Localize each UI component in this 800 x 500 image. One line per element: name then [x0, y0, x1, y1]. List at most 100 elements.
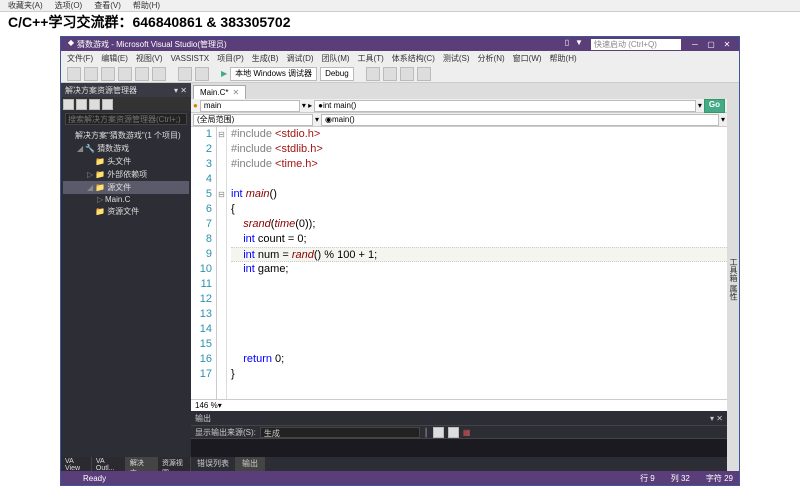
nav-left-dropdown[interactable]: main — [200, 100, 300, 112]
line-numbers: 1234567891011121314151617 — [191, 127, 217, 399]
menu-item[interactable]: 帮助(H) — [550, 53, 577, 64]
member-dropdown[interactable]: ◉ main() — [321, 114, 719, 126]
nav-fwd-button[interactable] — [84, 67, 98, 81]
maximize-icon[interactable]: ▢ — [703, 40, 719, 49]
solution-tree[interactable]: 解决方案"猜数游戏"(1 个项目) ◢🔧 猜数游戏 📁 头文件 ▷📁 外部依赖项… — [61, 127, 191, 220]
toolbar: ▶ 本地 Windows 调试器 Debug — [61, 65, 739, 83]
status-ready: Ready — [83, 474, 106, 483]
refresh-icon[interactable] — [76, 99, 87, 110]
scope-dropdown[interactable]: (全局范围) — [193, 114, 313, 126]
tree-solution[interactable]: 解决方案"猜数游戏"(1 个项目) — [63, 129, 189, 142]
menu-item[interactable]: 编辑(E) — [101, 53, 128, 64]
menu-item[interactable]: 生成(B) — [252, 53, 279, 64]
menu-item[interactable]: 调试(D) — [286, 53, 313, 64]
tab-vaview[interactable]: VA View — [61, 457, 92, 471]
nav-back-button[interactable] — [67, 67, 81, 81]
nav-bar-2: (全局范围) ▾ ◉ main() ▾ — [191, 113, 727, 127]
tab-solution[interactable]: 解决方... — [126, 457, 158, 471]
vs-logo-icon: ◆ — [65, 38, 77, 50]
zoom-level[interactable]: 146 % ▾ — [191, 399, 727, 411]
menu-item[interactable]: 分析(N) — [478, 53, 505, 64]
redo-button[interactable] — [195, 67, 209, 81]
menu-item[interactable]: VASSISTX — [171, 54, 210, 63]
tab-close-icon[interactable]: ✕ — [232, 88, 239, 97]
solution-explorer: 解决方案资源管理器 ▾ ✕ 解决方案"猜数游戏"(1 个项目) ◢🔧 猜数游戏 … — [61, 83, 191, 471]
minimize-icon[interactable]: ─ — [687, 40, 703, 49]
browser-menu-item[interactable]: 收藏夹(A) — [8, 0, 43, 11]
tool-btn-3[interactable] — [400, 67, 414, 81]
tool-btn-2[interactable] — [383, 67, 397, 81]
out-btn-2[interactable] — [448, 427, 459, 438]
menu-item[interactable]: 团队(M) — [322, 53, 350, 64]
menu-item[interactable]: 工具(T) — [358, 53, 384, 64]
pin-icon[interactable]: ▾ — [174, 86, 178, 95]
main-menu: 文件(F) 编辑(E) 视图(V) VASSISTX 项目(P) 生成(B) 调试(D) 团队… — [61, 51, 739, 65]
tree-folder-headers[interactable]: 📁 头文件 — [63, 155, 189, 168]
tab-resview[interactable]: 资源视图 — [158, 457, 191, 471]
status-line: 行 9 — [640, 473, 655, 484]
quick-launch-input[interactable]: 快速启动 (Ctrl+Q) — [591, 39, 681, 50]
saveall-button[interactable] — [152, 67, 166, 81]
config-dropdown[interactable]: Debug — [320, 67, 354, 81]
nav-right-dropdown[interactable]: ● int main() — [314, 100, 696, 112]
sidebar-bottom-tabs: VA View VA Outl... 解决方... 资源视图 — [61, 457, 191, 471]
tree-folder-deps[interactable]: ▷📁 外部依赖项 — [63, 168, 189, 181]
menu-item[interactable]: 文件(F) — [67, 53, 93, 64]
output-body[interactable] — [191, 439, 727, 457]
undo-button[interactable] — [178, 67, 192, 81]
filter-icon[interactable]: ▼ — [573, 38, 585, 50]
save-button[interactable] — [135, 67, 149, 81]
editor-tab[interactable]: Main.C* ✕ — [193, 85, 246, 99]
right-side-tabs[interactable]: 工具箱 属性 — [727, 83, 739, 471]
notify-icon[interactable]: ▯ — [561, 38, 573, 50]
fold-margin[interactable]: ⊟⊟ — [217, 127, 227, 399]
solution-search-input[interactable] — [65, 113, 187, 125]
editor-area: Main.C* ✕ ● main ▾ ▸ ● int main() ▾ Go (… — [191, 83, 727, 471]
tree-project[interactable]: ◢🔧 猜数游戏 — [63, 142, 189, 155]
output-source-dropdown[interactable]: 生成 — [260, 427, 420, 438]
tree-file-main[interactable]: ▷Main.C — [63, 194, 189, 205]
output-panel: 输出 ▾ ✕ 显示输出来源(S): 生成 │ ▦ 错误列表 输出 — [191, 411, 727, 471]
status-bar: Ready 行 9 列 32 字符 29 — [61, 471, 739, 485]
debugger-dropdown[interactable]: 本地 Windows 调试器 — [230, 67, 317, 81]
panel-toolbar — [61, 97, 191, 111]
tab-vaoutl[interactable]: VA Outl... — [92, 457, 126, 471]
tool-btn-1[interactable] — [366, 67, 380, 81]
panel-close-icon[interactable]: ✕ — [180, 86, 187, 95]
out-clear-icon[interactable]: ▦ — [463, 428, 471, 437]
status-char: 字符 29 — [706, 473, 733, 484]
tree-folder-source[interactable]: ◢📁 源文件 — [63, 181, 189, 194]
open-button[interactable] — [118, 67, 132, 81]
banner-text: C/C++学习交流群：646840861 & 383305702 — [0, 12, 800, 32]
menu-item[interactable]: 视图(V) — [136, 53, 163, 64]
menu-item[interactable]: 项目(P) — [217, 53, 244, 64]
tree-folder-res[interactable]: 📁 资源文件 — [63, 205, 189, 218]
code-editor[interactable]: 1234567891011121314151617 ⊟⊟ #include <s… — [191, 127, 727, 399]
window-title: 猜数游戏 - Microsoft Visual Studio(管理员) — [77, 39, 227, 50]
tool-btn-4[interactable] — [417, 67, 431, 81]
sync-icon[interactable] — [89, 99, 100, 110]
props-icon[interactable] — [102, 99, 113, 110]
status-col: 列 32 — [671, 473, 690, 484]
browser-menu-item[interactable]: 帮助(H) — [133, 0, 160, 11]
go-button[interactable]: Go — [704, 99, 725, 113]
out-btn-1[interactable] — [433, 427, 444, 438]
menu-item[interactable]: 窗口(W) — [513, 53, 542, 64]
panel-title: 解决方案资源管理器 ▾ ✕ — [61, 83, 191, 97]
browser-menu-item[interactable]: 选项(O) — [55, 0, 83, 11]
vs-window: ◆ 猜数游戏 - Microsoft Visual Studio(管理员) ▯ … — [60, 36, 740, 486]
play-icon[interactable]: ▶ — [221, 69, 227, 78]
tab-output[interactable]: 输出 — [236, 457, 265, 471]
browser-menu-item[interactable]: 查看(V) — [94, 0, 121, 11]
code-lines[interactable]: #include <stdio.h>#include <stdlib.h>#in… — [227, 127, 727, 399]
close-icon[interactable]: ✕ — [719, 40, 735, 49]
out-close-icon[interactable]: ✕ — [716, 414, 723, 423]
nav-bar: ● main ▾ ▸ ● int main() ▾ Go — [191, 99, 727, 113]
menu-item[interactable]: 体系结构(C) — [392, 53, 435, 64]
title-bar[interactable]: ◆ 猜数游戏 - Microsoft Visual Studio(管理员) ▯ … — [61, 37, 739, 51]
home-icon[interactable] — [63, 99, 74, 110]
new-button[interactable] — [101, 67, 115, 81]
tab-errors[interactable]: 错误列表 — [191, 457, 236, 471]
out-pin-icon[interactable]: ▾ — [710, 414, 714, 423]
menu-item[interactable]: 测试(S) — [443, 53, 470, 64]
